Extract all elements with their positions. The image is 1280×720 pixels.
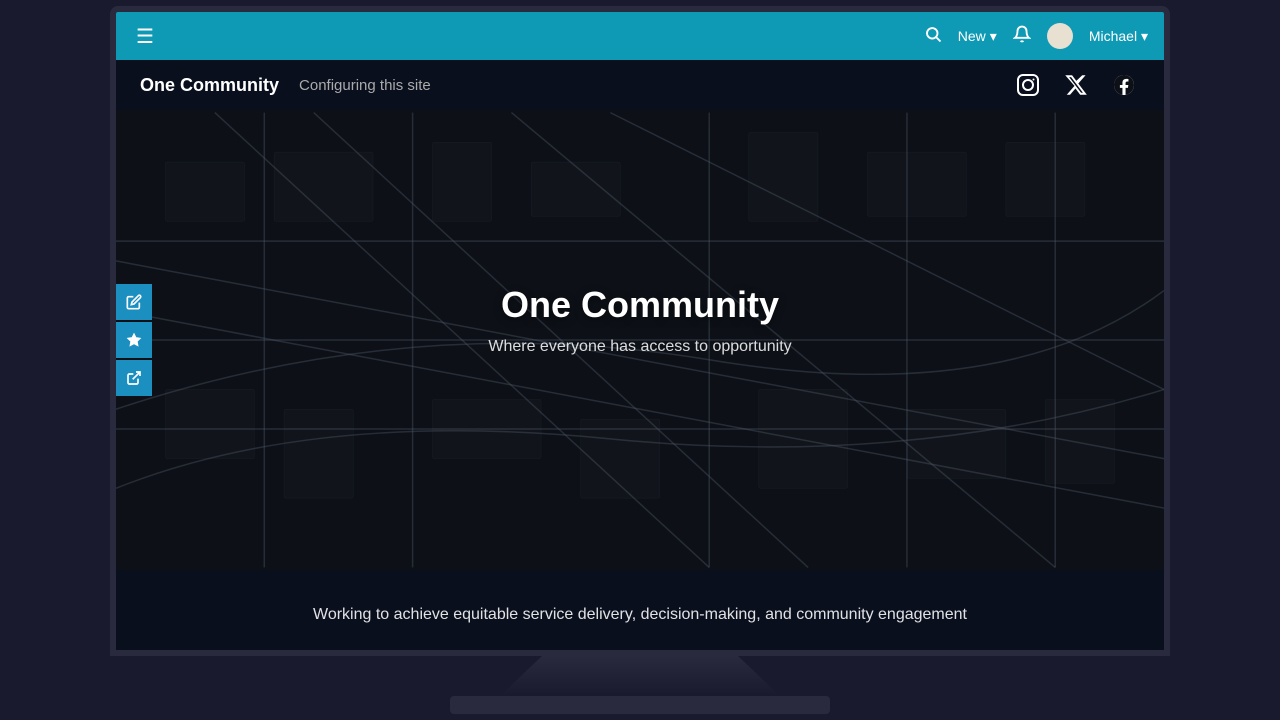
share-tool-button[interactable] — [116, 360, 152, 396]
monitor-stand — [500, 656, 780, 696]
bottom-description-text: Working to achieve equitable service del… — [313, 606, 967, 624]
nav-right: New ▾ Michael ▾ — [924, 23, 1148, 49]
bottom-description: Working to achieve equitable service del… — [116, 570, 1164, 656]
twitter-icon[interactable] — [1060, 69, 1092, 101]
sub-navbar: One Community Configuring this site — [116, 60, 1164, 110]
sub-nav-right — [1012, 69, 1140, 101]
new-button[interactable]: New ▾ — [958, 28, 997, 45]
side-toolbar — [116, 284, 152, 396]
bell-icon[interactable] — [1013, 25, 1031, 48]
favorite-tool-button[interactable] — [116, 322, 152, 358]
edit-tool-button[interactable] — [116, 284, 152, 320]
configuring-text: Configuring this site — [299, 77, 431, 94]
facebook-icon[interactable] — [1108, 69, 1140, 101]
top-navbar: ☰ New ▾ — [116, 12, 1164, 60]
hero-section: One Community Where everyone has access … — [116, 110, 1164, 570]
monitor-base — [450, 696, 830, 714]
instagram-icon[interactable] — [1012, 69, 1044, 101]
hero-subtitle: Where everyone has access to opportunity — [488, 338, 791, 356]
search-icon[interactable] — [924, 25, 942, 48]
sub-nav-left: One Community Configuring this site — [140, 75, 431, 96]
user-name[interactable]: Michael ▾ — [1089, 28, 1148, 45]
hamburger-icon[interactable]: ☰ — [132, 20, 158, 53]
hero-content: One Community Where everyone has access … — [488, 284, 791, 356]
hero-title: One Community — [488, 284, 791, 326]
site-title: One Community — [140, 75, 279, 96]
nav-left: ☰ — [132, 20, 158, 53]
avatar — [1047, 23, 1073, 49]
